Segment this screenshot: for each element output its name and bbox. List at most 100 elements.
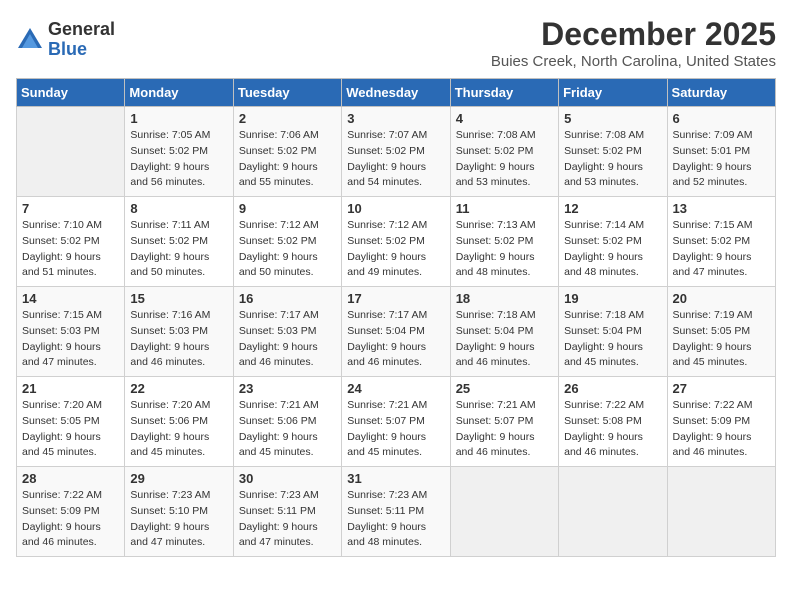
calendar-cell: 2 Sunrise: 7:06 AM Sunset: 5:02 PM Daylig… — [233, 107, 341, 197]
day-info: Sunrise: 7:10 AM Sunset: 5:02 PM Dayligh… — [22, 218, 119, 281]
day-info: Sunrise: 7:23 AM Sunset: 5:11 PM Dayligh… — [239, 488, 336, 551]
calendar-cell: 6Sunrise: 7:09 AM Sunset: 5:01 PM Daylig… — [667, 107, 775, 197]
day-number: 31 — [347, 471, 444, 486]
calendar-week-row: 7 Sunrise: 7:10 AM Sunset: 5:02 PM Daylig… — [17, 197, 776, 287]
day-info: Sunrise: 7:22 AM Sunset: 5:09 PM Dayligh… — [22, 488, 119, 551]
day-info: Sunrise: 7:19 AM Sunset: 5:05 PM Dayligh… — [673, 308, 770, 371]
day-number: 17 — [347, 291, 444, 306]
day-info: Sunrise: 7:06 AM Sunset: 5:02 PM Dayligh… — [239, 128, 336, 191]
header-day: Thursday — [450, 79, 558, 107]
logo-text: General Blue — [48, 20, 115, 60]
calendar-week-row: 28 Sunrise: 7:22 AM Sunset: 5:09 PM Dayli… — [17, 467, 776, 557]
day-number: 29 — [130, 471, 227, 486]
calendar-cell: 26 Sunrise: 7:22 AM Sunset: 5:08 PM Dayli… — [559, 377, 667, 467]
calendar-cell: 11 Sunrise: 7:13 AM Sunset: 5:02 PM Dayli… — [450, 197, 558, 287]
day-number: 21 — [22, 381, 119, 396]
day-info: Sunrise: 7:15 AM Sunset: 5:03 PM Dayligh… — [22, 308, 119, 371]
day-info: Sunrise: 7:20 AM Sunset: 5:06 PM Dayligh… — [130, 398, 227, 461]
day-info: Sunrise: 7:20 AM Sunset: 5:05 PM Dayligh… — [22, 398, 119, 461]
calendar-cell — [559, 467, 667, 557]
day-number: 13 — [673, 201, 770, 216]
day-info: Sunrise: 7:11 AM Sunset: 5:02 PM Dayligh… — [130, 218, 227, 281]
logo-general: General — [48, 20, 115, 40]
day-info: Sunrise: 7:12 AM Sunset: 5:02 PM Dayligh… — [347, 218, 444, 281]
calendar-table: SundayMondayTuesdayWednesdayThursdayFrid… — [16, 78, 776, 557]
calendar-cell: 10Sunrise: 7:12 AM Sunset: 5:02 PM Dayli… — [342, 197, 450, 287]
day-number: 7 — [22, 201, 119, 216]
day-number: 19 — [564, 291, 661, 306]
day-number: 20 — [673, 291, 770, 306]
calendar-week-row: 14Sunrise: 7:15 AM Sunset: 5:03 PM Dayli… — [17, 287, 776, 377]
logo-blue: Blue — [48, 40, 115, 60]
day-number: 28 — [22, 471, 119, 486]
header-day: Monday — [125, 79, 233, 107]
day-info: Sunrise: 7:18 AM Sunset: 5:04 PM Dayligh… — [456, 308, 553, 371]
calendar-cell: 1 Sunrise: 7:05 AM Sunset: 5:02 PM Daylig… — [125, 107, 233, 197]
calendar-cell — [17, 107, 125, 197]
calendar-cell: 21 Sunrise: 7:20 AM Sunset: 5:05 PM Dayli… — [17, 377, 125, 467]
day-info: Sunrise: 7:14 AM Sunset: 5:02 PM Dayligh… — [564, 218, 661, 281]
header-row: SundayMondayTuesdayWednesdayThursdayFrid… — [17, 79, 776, 107]
day-info: Sunrise: 7:21 AM Sunset: 5:06 PM Dayligh… — [239, 398, 336, 461]
day-number: 27 — [673, 381, 770, 396]
calendar-week-row: 1 Sunrise: 7:05 AM Sunset: 5:02 PM Daylig… — [17, 107, 776, 197]
logo-icon — [16, 26, 44, 54]
day-number: 30 — [239, 471, 336, 486]
day-info: Sunrise: 7:13 AM Sunset: 5:02 PM Dayligh… — [456, 218, 553, 281]
calendar-cell: 24 Sunrise: 7:21 AM Sunset: 5:07 PM Dayli… — [342, 377, 450, 467]
day-number: 4 — [456, 111, 553, 126]
day-number: 23 — [239, 381, 336, 396]
day-info: Sunrise: 7:16 AM Sunset: 5:03 PM Dayligh… — [130, 308, 227, 371]
calendar-cell: 18 Sunrise: 7:18 AM Sunset: 5:04 PM Dayli… — [450, 287, 558, 377]
day-info: Sunrise: 7:05 AM Sunset: 5:02 PM Dayligh… — [130, 128, 227, 191]
calendar-cell: 5 Sunrise: 7:08 AM Sunset: 5:02 PM Daylig… — [559, 107, 667, 197]
calendar-cell: 31 Sunrise: 7:23 AM Sunset: 5:11 PM Dayli… — [342, 467, 450, 557]
day-number: 15 — [130, 291, 227, 306]
day-info: Sunrise: 7:08 AM Sunset: 5:02 PM Dayligh… — [564, 128, 661, 191]
day-info: Sunrise: 7:22 AM Sunset: 5:08 PM Dayligh… — [564, 398, 661, 461]
day-info: Sunrise: 7:12 AM Sunset: 5:02 PM Dayligh… — [239, 218, 336, 281]
logo: General Blue — [16, 20, 115, 60]
header-day: Wednesday — [342, 79, 450, 107]
day-info: Sunrise: 7:07 AM Sunset: 5:02 PM Dayligh… — [347, 128, 444, 191]
day-info: Sunrise: 7:08 AM Sunset: 5:02 PM Dayligh… — [456, 128, 553, 191]
page-header: General Blue December 2025 Buies Creek, … — [16, 16, 776, 70]
calendar-cell: 8 Sunrise: 7:11 AM Sunset: 5:02 PM Daylig… — [125, 197, 233, 287]
header-day: Friday — [559, 79, 667, 107]
calendar-cell: 3Sunrise: 7:07 AM Sunset: 5:02 PM Daylig… — [342, 107, 450, 197]
calendar-cell: 7 Sunrise: 7:10 AM Sunset: 5:02 PM Daylig… — [17, 197, 125, 287]
day-number: 12 — [564, 201, 661, 216]
day-number: 26 — [564, 381, 661, 396]
day-number: 8 — [130, 201, 227, 216]
day-info: Sunrise: 7:21 AM Sunset: 5:07 PM Dayligh… — [456, 398, 553, 461]
calendar-cell: 22 Sunrise: 7:20 AM Sunset: 5:06 PM Dayli… — [125, 377, 233, 467]
calendar-cell: 4 Sunrise: 7:08 AM Sunset: 5:02 PM Daylig… — [450, 107, 558, 197]
calendar-cell: 15 Sunrise: 7:16 AM Sunset: 5:03 PM Dayli… — [125, 287, 233, 377]
day-number: 22 — [130, 381, 227, 396]
day-number: 11 — [456, 201, 553, 216]
day-number: 1 — [130, 111, 227, 126]
day-info: Sunrise: 7:18 AM Sunset: 5:04 PM Dayligh… — [564, 308, 661, 371]
day-number: 2 — [239, 111, 336, 126]
day-info: Sunrise: 7:23 AM Sunset: 5:10 PM Dayligh… — [130, 488, 227, 551]
day-info: Sunrise: 7:23 AM Sunset: 5:11 PM Dayligh… — [347, 488, 444, 551]
month-title: December 2025 — [491, 16, 776, 53]
calendar-cell: 14Sunrise: 7:15 AM Sunset: 5:03 PM Dayli… — [17, 287, 125, 377]
calendar-cell: 20 Sunrise: 7:19 AM Sunset: 5:05 PM Dayli… — [667, 287, 775, 377]
day-number: 24 — [347, 381, 444, 396]
calendar-cell: 28 Sunrise: 7:22 AM Sunset: 5:09 PM Dayli… — [17, 467, 125, 557]
calendar-cell: 16Sunrise: 7:17 AM Sunset: 5:03 PM Dayli… — [233, 287, 341, 377]
header-day: Saturday — [667, 79, 775, 107]
title-block: December 2025 Buies Creek, North Carolin… — [491, 16, 776, 70]
day-number: 18 — [456, 291, 553, 306]
calendar-cell: 23 Sunrise: 7:21 AM Sunset: 5:06 PM Dayli… — [233, 377, 341, 467]
calendar-cell: 17Sunrise: 7:17 AM Sunset: 5:04 PM Dayli… — [342, 287, 450, 377]
header-day: Sunday — [17, 79, 125, 107]
day-number: 9 — [239, 201, 336, 216]
location: Buies Creek, North Carolina, United Stat… — [491, 53, 776, 70]
calendar-cell: 27Sunrise: 7:22 AM Sunset: 5:09 PM Dayli… — [667, 377, 775, 467]
day-number: 5 — [564, 111, 661, 126]
day-info: Sunrise: 7:09 AM Sunset: 5:01 PM Dayligh… — [673, 128, 770, 191]
day-info: Sunrise: 7:21 AM Sunset: 5:07 PM Dayligh… — [347, 398, 444, 461]
calendar-cell — [450, 467, 558, 557]
